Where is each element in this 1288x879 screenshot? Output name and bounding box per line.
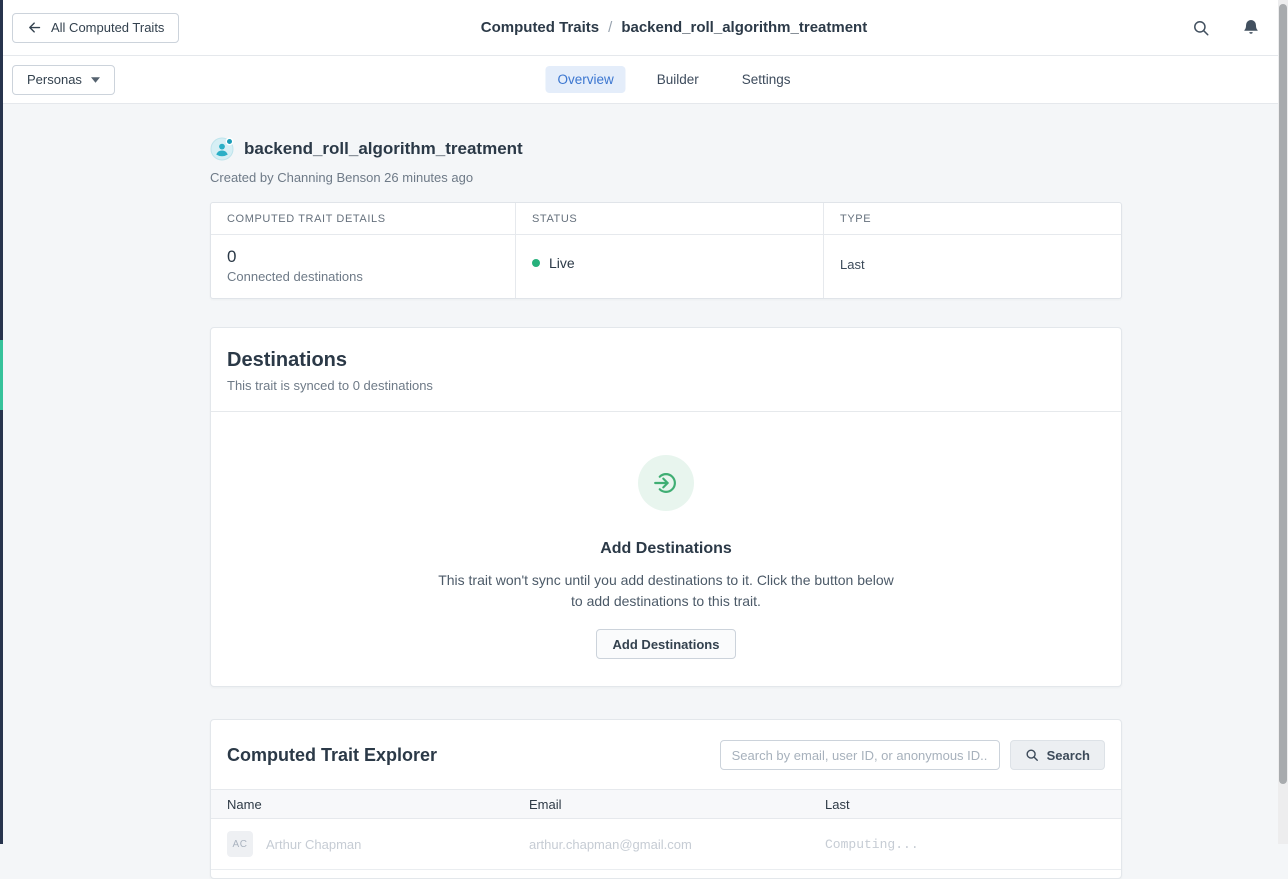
- sub-bar: Personas Overview Builder Settings: [0, 56, 1288, 104]
- tab-settings[interactable]: Settings: [730, 66, 803, 93]
- breadcrumb-parent[interactable]: Computed Traits: [481, 19, 599, 36]
- type-value: Last: [840, 247, 1105, 272]
- trait-details-table: COMPUTED TRAIT DETAILS STATUS TYPE 0 Con…: [210, 202, 1122, 299]
- row-last-value: Computing...: [809, 837, 1121, 852]
- scrollbar-thumb[interactable]: [1279, 4, 1287, 784]
- personas-label: Personas: [27, 72, 82, 87]
- scrollbar-track: [1278, 0, 1288, 844]
- details-column-header: COMPUTED TRAIT DETAILS: [211, 203, 516, 235]
- empty-state-title: Add Destinations: [211, 540, 1121, 558]
- back-arrow-icon: [27, 20, 42, 35]
- status-value: Live: [549, 255, 575, 271]
- computed-trait-explorer-card: Computed Trait Explorer Search Name Emai…: [210, 719, 1122, 879]
- left-nav-rail: [0, 0, 3, 844]
- explorer-search-input[interactable]: [720, 740, 1000, 770]
- breadcrumb-current: backend_roll_algorithm_treatment: [621, 19, 867, 36]
- top-bar: All Computed Traits Computed Traits / back…: [0, 0, 1288, 56]
- tab-bar: Overview Builder Settings: [545, 66, 802, 93]
- add-destinations-button[interactable]: Add Destinations: [596, 629, 737, 659]
- explorer-search-button[interactable]: Search: [1010, 740, 1105, 770]
- connected-destinations-cell: 0 Connected destinations: [211, 235, 516, 298]
- back-to-all-computed-traits-button[interactable]: All Computed Traits: [12, 13, 179, 43]
- destinations-title: Destinations: [227, 349, 1105, 372]
- tab-builder[interactable]: Builder: [645, 66, 711, 93]
- empty-state-description: This trait won't sync until you add dest…: [431, 570, 901, 612]
- search-icon[interactable]: [1192, 19, 1210, 37]
- avatar: AC: [227, 831, 253, 857]
- destinations-card: Destinations This trait is synced to 0 d…: [210, 327, 1122, 687]
- explorer-table-header: Name Email Last: [211, 789, 1121, 819]
- type-cell: Last: [824, 235, 1121, 298]
- connected-destinations-label: Connected destinations: [227, 269, 499, 284]
- breadcrumb-separator: /: [608, 19, 612, 36]
- row-email: arthur.chapman@gmail.com: [513, 837, 809, 852]
- destinations-subtitle: This trait is synced to 0 destinations: [227, 378, 1105, 393]
- personas-dropdown[interactable]: Personas: [12, 65, 115, 95]
- notifications-bell-icon[interactable]: [1242, 18, 1260, 37]
- row-name: Arthur Chapman: [266, 837, 361, 852]
- page-title: backend_roll_algorithm_treatment: [244, 139, 523, 159]
- status-cell: Live: [516, 235, 824, 298]
- column-header-name: Name: [211, 797, 513, 812]
- type-column-header: TYPE: [824, 203, 1121, 235]
- breadcrumb: Computed Traits / backend_roll_algorithm_t…: [481, 19, 867, 36]
- table-row[interactable]: AC Arthur Chapman arthur.chapman@gmail.c…: [211, 819, 1121, 870]
- search-icon: [1025, 748, 1039, 762]
- computed-trait-avatar-icon: [210, 137, 234, 161]
- back-button-label: All Computed Traits: [51, 20, 164, 35]
- live-status-dot: [532, 259, 540, 267]
- main-content: backend_roll_algorithm_treatment Created…: [210, 137, 1122, 879]
- column-header-last: Last: [809, 797, 1121, 812]
- explorer-title: Computed Trait Explorer: [227, 745, 437, 766]
- destinations-empty-state: Add Destinations This trait won't sync u…: [211, 412, 1121, 686]
- created-by-text: Created by Channing Benson 26 minutes ag…: [210, 170, 1122, 185]
- column-header-email: Email: [513, 797, 809, 812]
- chevron-down-icon: [91, 77, 100, 83]
- left-nav-rail-indicator: [0, 340, 3, 410]
- connected-destinations-count: 0: [227, 247, 499, 267]
- status-column-header: STATUS: [516, 203, 824, 235]
- search-button-label: Search: [1047, 748, 1090, 763]
- tab-overview[interactable]: Overview: [545, 66, 625, 93]
- add-destination-circle-icon: [638, 455, 694, 511]
